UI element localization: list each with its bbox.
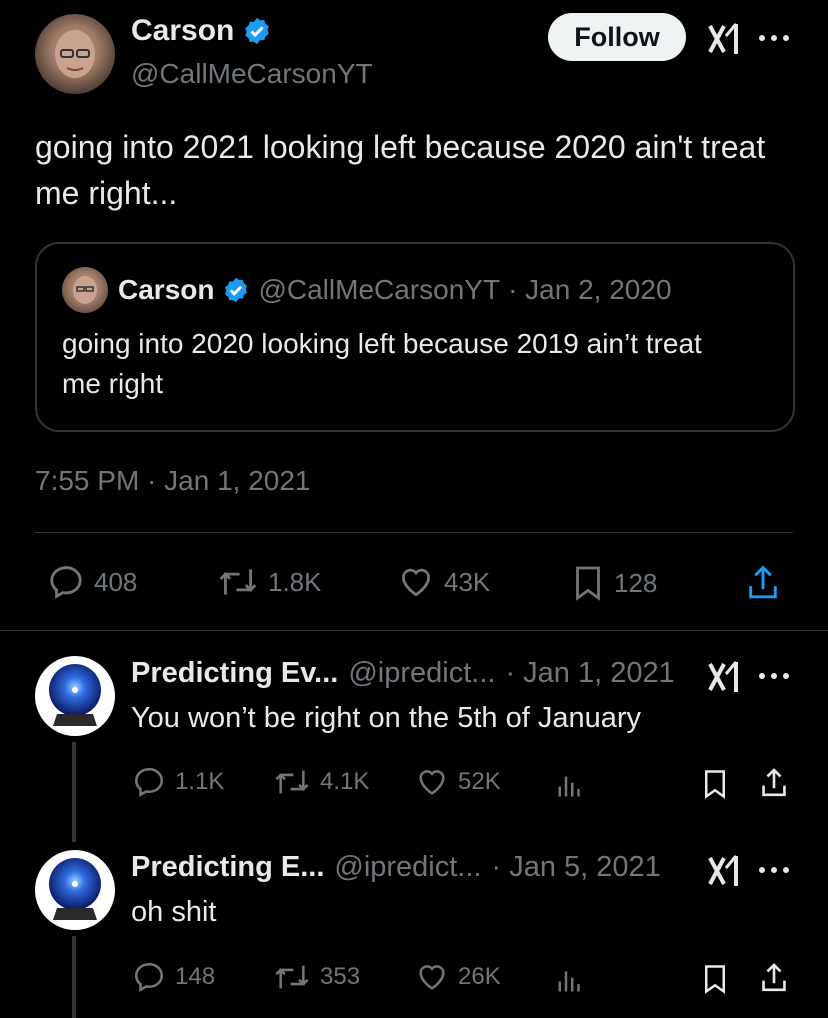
tweet-text: going into 2021 looking left because 202… [35,129,766,211]
crystal-ball-icon [49,664,101,726]
reply-author-handle[interactable]: @ipredict... [348,657,495,690]
grok-icon[interactable] [706,854,742,888]
like-icon [419,770,445,795]
reply-text: oh shit [131,896,217,928]
verified-badge-icon [245,17,270,45]
more-options-icon[interactable] [758,866,790,874]
like-action[interactable]: 52K [414,765,501,799]
retweet-action[interactable]: 4.1K [272,765,369,799]
reply-count: 408 [94,566,138,597]
share-icon[interactable] [744,563,782,603]
retweet-count: 4.1K [320,768,370,795]
quoted-tweet-card[interactable]: Carson @CallMeCarsonYT · Jan 2, 2020 goi… [35,242,795,432]
reply-text: You won’t be right on the 5th of January [131,702,642,734]
like-icon [401,568,431,597]
reply-author-handle[interactable]: @ipredict... [334,851,481,884]
follow-button[interactable]: Follow [548,13,686,61]
retweet-icon [275,965,309,989]
like-action[interactable]: 43K [396,563,490,601]
grok-icon[interactable] [706,660,742,694]
author-name-text[interactable]: Carson [131,14,234,48]
reply-date[interactable]: · Jan 1, 2021 [505,657,674,690]
reply-count: 1.1K [175,768,225,795]
quoted-author-avatar [62,267,108,313]
reply-action[interactable]: 408 [46,563,137,601]
reply-author-name[interactable]: Predicting Ev... [131,657,338,690]
reply-icon [50,566,82,599]
author-name[interactable]: Carson [131,14,272,48]
reply-author-name[interactable]: Predicting E... [131,851,324,884]
like-icon [419,965,445,990]
bookmark-icon[interactable] [700,766,730,802]
retweet-count: 1.8K [268,566,322,597]
views-icon[interactable] [556,964,586,994]
bookmark-icon [576,566,600,601]
like-count: 43K [444,566,491,597]
reply-action[interactable]: 148 [131,960,215,994]
reply-action[interactable]: 1.1K [131,765,224,799]
quoted-author-handle: @CallMeCarsonYT [258,274,501,305]
tweet-timestamp[interactable]: 7:55 PM · Jan 1, 2021 [35,465,311,497]
crystal-ball-icon [49,858,101,920]
reply-date[interactable]: · Jan 5, 2021 [491,851,660,884]
quoted-text: going into 2020 looking left because 201… [62,328,702,399]
thread-line [72,742,76,842]
share-icon[interactable] [758,961,790,995]
quoted-verified-badge-icon [225,277,248,303]
bookmark-icon[interactable] [700,961,730,997]
reply-avatar[interactable] [35,850,115,930]
divider-top [35,532,793,533]
bookmark-action[interactable]: 128 [570,563,657,603]
like-action[interactable]: 26K [414,960,501,994]
quoted-author-name: Carson [118,274,215,305]
more-options-icon[interactable] [758,672,790,680]
share-icon[interactable] [758,766,790,800]
divider-main [0,630,828,631]
grok-icon[interactable] [706,22,742,56]
more-options-icon[interactable] [758,34,790,42]
bookmark-count: 128 [614,567,658,598]
retweet-icon [219,569,257,595]
retweet-action[interactable]: 1.8K [216,563,322,601]
avatar-face-icon [55,30,95,78]
reply-icon [134,767,164,797]
author-avatar[interactable] [35,14,115,94]
like-count: 52K [458,768,501,795]
like-count: 26K [458,963,501,990]
reply-icon [134,962,164,992]
reply-count: 148 [175,963,216,990]
views-icon[interactable] [556,769,586,799]
reply-avatar[interactable] [35,656,115,736]
author-handle[interactable]: @CallMeCarsonYT [131,58,373,90]
retweet-action[interactable]: 353 [272,960,360,994]
quoted-avatar-face-icon [73,276,97,304]
retweet-icon [275,770,309,794]
quoted-date: · Jan 2, 2020 [508,274,672,305]
retweet-count: 353 [320,963,361,990]
thread-line [72,936,76,1018]
